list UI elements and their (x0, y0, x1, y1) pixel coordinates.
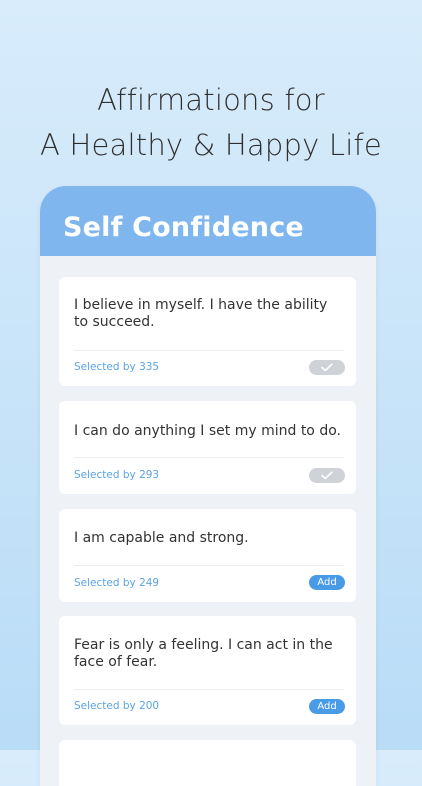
selected-count: Selected by 293 (74, 469, 160, 481)
card-divider (74, 689, 344, 690)
selected-count: Selected by 335 (74, 361, 160, 373)
affirmation-text: I can do anything I set my mind to do. (74, 423, 341, 439)
affirmation-text: Fear is only a feeling. I can act in the… (74, 637, 333, 670)
selected-toggle-button[interactable] (309, 468, 345, 483)
phone-screen: Self Confidence I believe in myself. I h… (40, 186, 376, 786)
promo-headline: Affirmations for A Healthy & Happy Life (0, 78, 422, 168)
affirmation-card[interactable]: I am capable and strong. Selected by 249… (59, 509, 356, 602)
check-icon (321, 471, 333, 480)
affirmation-card[interactable]: I believe in myself. I have the ability … (59, 277, 356, 386)
screen-header: Self Confidence (40, 186, 376, 256)
affirmation-text: I believe in myself. I have the ability … (74, 297, 328, 330)
affirmation-text: I am capable and strong. (74, 530, 249, 546)
card-divider (74, 565, 344, 566)
selected-count: Selected by 249 (74, 577, 160, 589)
selected-toggle-button[interactable] (309, 360, 345, 375)
check-icon (321, 363, 333, 372)
card-divider (74, 350, 344, 351)
selected-count: Selected by 200 (74, 700, 160, 712)
headline-line-1: Affirmations for (97, 83, 325, 117)
affirmation-card[interactable]: Fear is only a feeling. I can act in the… (59, 616, 356, 725)
headline-line-2: A Healthy & Happy Life (40, 128, 382, 162)
add-button[interactable]: Add (309, 575, 345, 590)
affirmation-card[interactable] (59, 740, 356, 786)
add-button[interactable]: Add (309, 699, 345, 714)
affirmation-card[interactable]: I can do anything I set my mind to do. S… (59, 401, 356, 494)
card-divider (74, 457, 344, 458)
screen-title: Self Confidence (63, 212, 304, 243)
